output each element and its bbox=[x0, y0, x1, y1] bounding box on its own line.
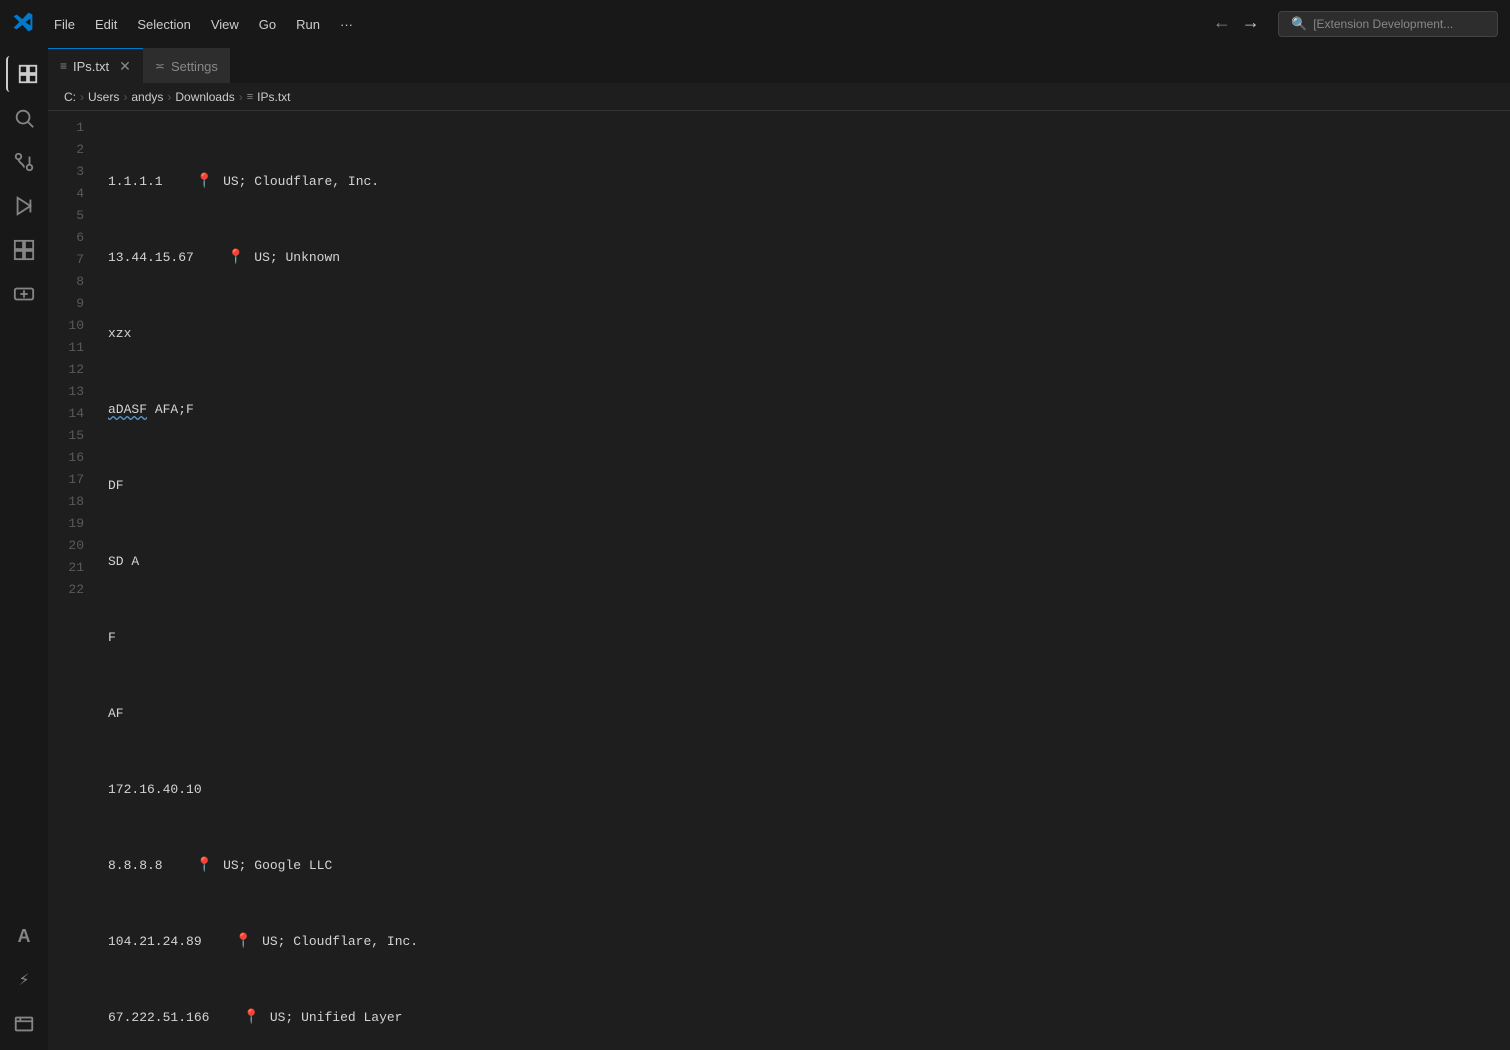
tab-settings[interactable]: ≍ Settings bbox=[143, 48, 230, 83]
titlebar: File Edit Selection View Go Run ··· ← → … bbox=[0, 0, 1510, 48]
breadcrumb-users[interactable]: Users bbox=[88, 90, 119, 104]
code-line-3: xzx bbox=[108, 323, 1510, 345]
code-line-11: 104.21.24.89 📍 US; Cloudflare, Inc. bbox=[108, 931, 1510, 953]
pin-icon-11: 📍 bbox=[235, 931, 252, 953]
tab-file-icon: ≡ bbox=[60, 59, 67, 73]
menu-view[interactable]: View bbox=[203, 13, 247, 36]
pin-icon-12: 📍 bbox=[243, 1007, 260, 1029]
menu-file[interactable]: File bbox=[46, 13, 83, 36]
nav-forward-button[interactable]: → bbox=[1239, 12, 1262, 36]
code-line-8: AF bbox=[108, 703, 1510, 725]
source-control-activity-icon[interactable] bbox=[6, 144, 42, 180]
breadcrumb-c[interactable]: C: bbox=[64, 90, 76, 104]
vscode-logo bbox=[12, 11, 34, 38]
code-line-5: DF bbox=[108, 475, 1510, 497]
tab-settings-icon: ≍ bbox=[155, 59, 165, 73]
nav-buttons: ← → bbox=[1210, 12, 1262, 36]
code-line-9: 172.16.40.10 bbox=[108, 779, 1510, 801]
pin-icon-2: 📍 bbox=[227, 247, 244, 269]
code-line-2: 13.44.15.67 📍 US; Unknown bbox=[108, 247, 1510, 269]
editor-area: ≡ IPs.txt ✕ ≍ Settings C: › Users › andy… bbox=[48, 48, 1510, 1050]
search-activity-icon[interactable] bbox=[6, 100, 42, 136]
menu-edit[interactable]: Edit bbox=[87, 13, 125, 36]
line-numbers: 1 2 3 4 5 6 7 8 9 10 11 12 13 14 15 16 1… bbox=[48, 111, 100, 1050]
tab-ips-txt[interactable]: ≡ IPs.txt ✕ bbox=[48, 48, 143, 83]
menu-run[interactable]: Run bbox=[288, 13, 328, 36]
remote-activity-icon[interactable] bbox=[6, 276, 42, 312]
code-line-4: aDASF AFA;F bbox=[108, 399, 1510, 421]
tab-close-button[interactable]: ✕ bbox=[119, 58, 131, 75]
breadcrumb-filename[interactable]: IPs.txt bbox=[257, 90, 290, 104]
menu-go[interactable]: Go bbox=[251, 13, 284, 36]
activity-bar: A ⚡ bbox=[0, 48, 48, 1050]
code-line-6: SD A bbox=[108, 551, 1510, 573]
nav-back-button[interactable]: ← bbox=[1210, 12, 1233, 36]
code-line-10: 8.8.8.8 📍 US; Google LLC bbox=[108, 855, 1510, 877]
code-line-12: 67.222.51.166 📍 US; Unified Layer bbox=[108, 1007, 1510, 1029]
search-placeholder-text: [Extension Development... bbox=[1313, 17, 1453, 31]
extensions-activity-icon[interactable] bbox=[6, 232, 42, 268]
breadcrumb-andys[interactable]: andys bbox=[131, 90, 163, 104]
code-line-7: F bbox=[108, 627, 1510, 649]
explorer-activity-icon[interactable] bbox=[6, 56, 42, 92]
breadcrumb: C: › Users › andys › Downloads › ≡ IPs.t… bbox=[48, 83, 1510, 111]
search-icon: 🔍 bbox=[1291, 16, 1307, 32]
pin-icon-1: 📍 bbox=[196, 171, 213, 193]
run-debug-activity-icon[interactable] bbox=[6, 188, 42, 224]
activity-bar-bottom: A ⚡ bbox=[6, 918, 42, 1050]
code-content[interactable]: 1.1.1.1 📍 US; Cloudflare, Inc. 13.44.15.… bbox=[100, 111, 1510, 1050]
codesnap-activity-icon[interactable]: A bbox=[6, 918, 42, 954]
code-editor[interactable]: 1 2 3 4 5 6 7 8 9 10 11 12 13 14 15 16 1… bbox=[48, 111, 1510, 1050]
code-line-1: 1.1.1.1 📍 US; Cloudflare, Inc. bbox=[108, 171, 1510, 193]
search-bar[interactable]: 🔍 [Extension Development... bbox=[1278, 11, 1498, 37]
breadcrumb-downloads[interactable]: Downloads bbox=[175, 90, 234, 104]
tabs-bar: ≡ IPs.txt ✕ ≍ Settings bbox=[48, 48, 1510, 83]
lightning-activity-icon[interactable]: ⚡ bbox=[6, 962, 42, 998]
pin-icon-10: 📍 bbox=[196, 855, 213, 877]
tab-label: IPs.txt bbox=[73, 59, 109, 74]
menu-bar: File Edit Selection View Go Run ··· bbox=[46, 13, 1194, 36]
main-layout: A ⚡ ≡ IPs.txt ✕ ≍ Settings bbox=[0, 48, 1510, 1050]
menu-selection[interactable]: Selection bbox=[129, 13, 198, 36]
account-activity-icon[interactable] bbox=[6, 1006, 42, 1042]
tab-settings-label: Settings bbox=[171, 59, 218, 74]
menu-more[interactable]: ··· bbox=[332, 13, 361, 36]
